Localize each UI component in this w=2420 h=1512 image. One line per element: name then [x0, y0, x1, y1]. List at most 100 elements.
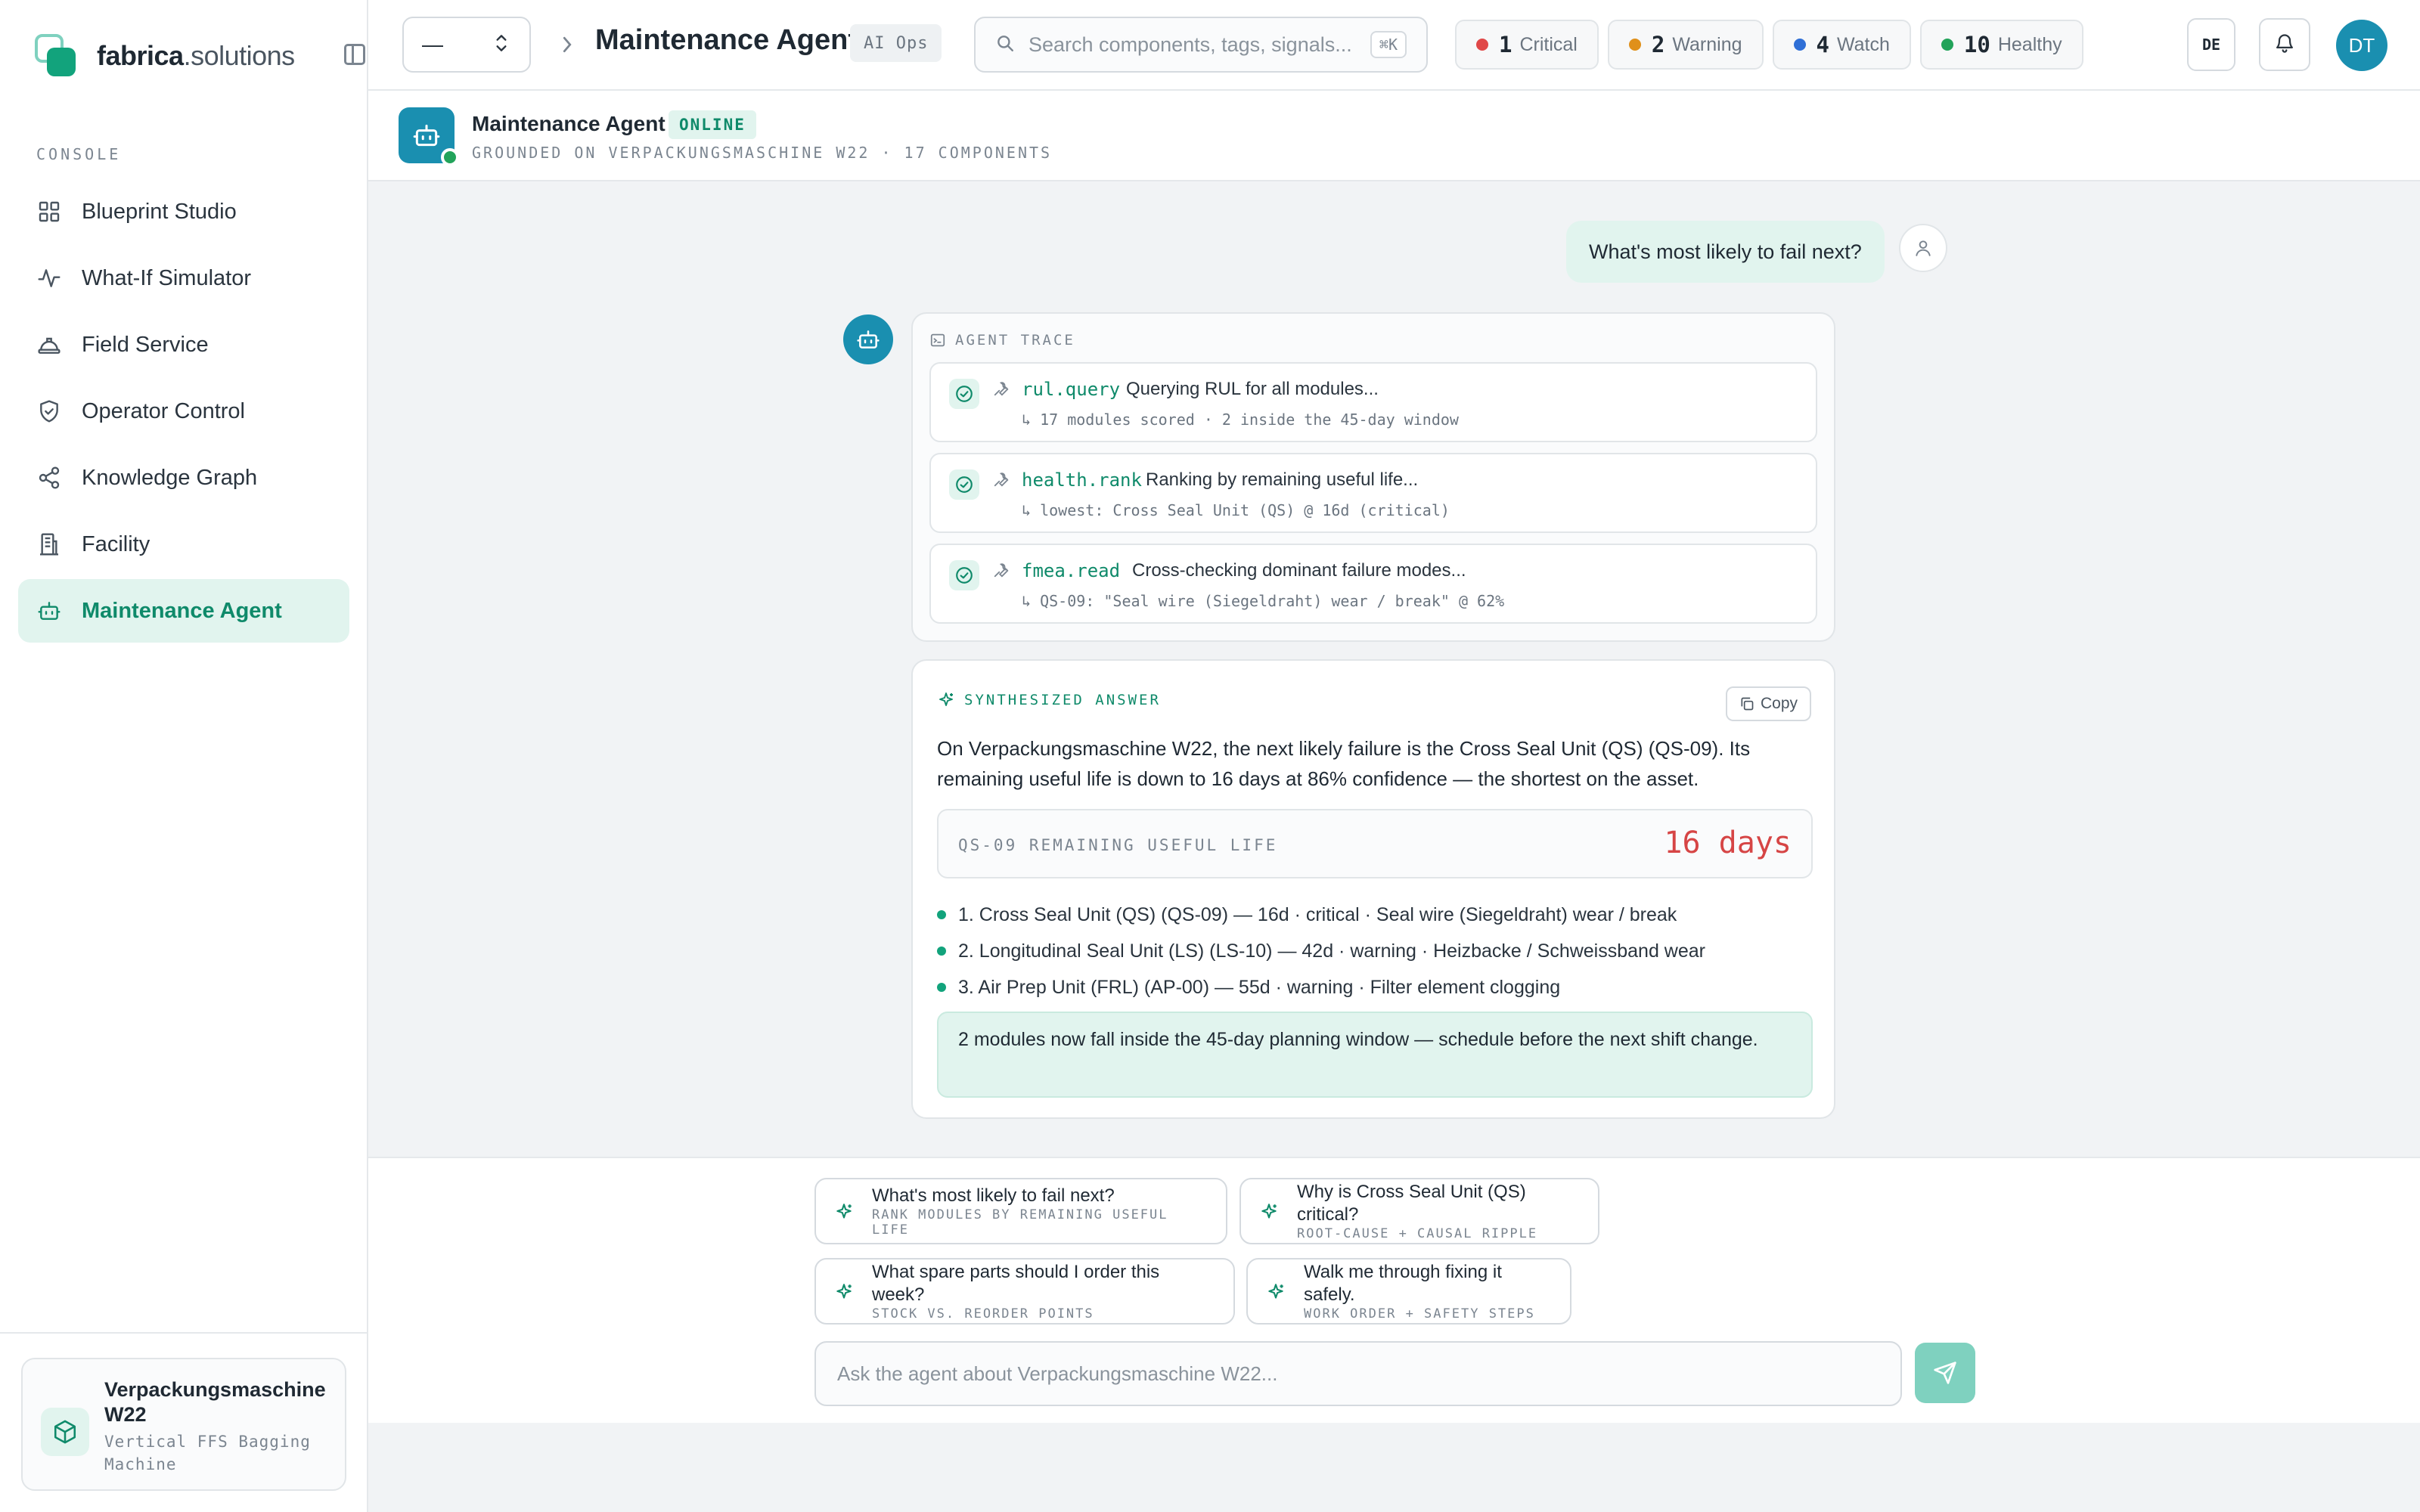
sidebar-item-operator-control[interactable]: Operator Control — [18, 380, 349, 443]
sidebar-item-field-service[interactable]: Field Service — [18, 313, 349, 376]
status-count: 1 — [1499, 32, 1512, 57]
trace-step-result: ↳ lowest: Cross Seal Unit (QS) @ 16d (cr… — [1022, 501, 1450, 519]
bot-robot-icon — [843, 314, 893, 364]
status-label: Watch — [1836, 33, 1890, 55]
sidebar-item-label: Operator Control — [82, 398, 245, 423]
suggestion-chip[interactable]: Walk me through fixing it safely. WORK O… — [1246, 1258, 1571, 1325]
search-shortcut: ⌘K — [1370, 31, 1407, 58]
status-pill-watch[interactable]: 4 Watch — [1772, 20, 1911, 70]
asset-card[interactable]: Verpackungsmaschine W22 Vertical FFS Bag… — [21, 1358, 346, 1491]
status-label: Critical — [1519, 33, 1578, 55]
trace-step[interactable]: rul.query Querying RUL for all modules..… — [929, 362, 1817, 442]
sidebar-item-knowledge-graph[interactable]: Knowledge Graph — [18, 446, 349, 510]
robot-icon — [36, 598, 62, 624]
suggestion-title: What spare parts should I order this wee… — [872, 1262, 1160, 1305]
brand-logo-icon — [35, 34, 76, 78]
trace-tool-name: fmea.read — [1022, 560, 1121, 581]
sparkle-icon — [1259, 1202, 1279, 1225]
list-item-text: 1. Cross Seal Unit (QS) (QS-09) — 16d · … — [958, 903, 1677, 925]
sidebar-item-maintenance-agent[interactable]: Maintenance Agent — [18, 579, 349, 643]
status-pills: 1 Critical 2 Warning 4 Watch 10 Healthy — [1455, 20, 2093, 70]
status-dot — [1476, 39, 1488, 51]
sidebar-item-blueprint-studio[interactable]: Blueprint Studio — [18, 180, 349, 243]
language-button[interactable]: DE — [2187, 18, 2235, 71]
list-item-text: 3. Air Prep Unit (FRL) (AP-00) — 55d · w… — [958, 976, 1561, 998]
agent-header: Maintenance Agent ONLINE GROUNDED ON VER… — [368, 91, 2420, 181]
list-item: 1. Cross Seal Unit (QS) (QS-09) — 16d · … — [937, 897, 1807, 933]
sidebar-item-label: What-If Simulator — [82, 265, 251, 290]
sidebar-item-facility[interactable]: Facility — [18, 513, 349, 576]
agent-name: Maintenance Agent — [472, 112, 666, 135]
status-label: Healthy — [1997, 33, 2062, 55]
status-pill-healthy[interactable]: 10 Healthy — [1919, 20, 2083, 70]
shield-icon — [36, 398, 62, 424]
search-bar[interactable]: ⌘K — [974, 17, 1428, 73]
user-message: What's most likely to fail next? — [1566, 221, 1885, 283]
list-item: 2. Longitudinal Seal Unit (LS) (LS-10) —… — [937, 933, 1807, 969]
context-selector[interactable]: — — [402, 17, 531, 73]
cube-icon — [41, 1408, 89, 1456]
chevron-updown-icon — [492, 32, 511, 58]
check-circle-icon — [949, 379, 979, 409]
chat-area: What's most likely to fail next? AGENT T… — [368, 181, 2420, 1157]
status-label: Warning — [1672, 33, 1742, 55]
planning-note: 2 modules now fall inside the 45-day pla… — [937, 1012, 1813, 1098]
asset-title: Verpackungsmaschine W22 — [104, 1378, 326, 1426]
bullet-dot — [937, 910, 946, 919]
suggestion-chip[interactable]: Why is Cross Seal Unit (QS) critical? RO… — [1239, 1178, 1599, 1244]
sidebar-item-what-if-simulator[interactable]: What-If Simulator — [18, 246, 349, 310]
wrench-icon — [993, 471, 1010, 491]
agent-trace-card: AGENT TRACE rul.query Querying RUL for a… — [911, 312, 1835, 642]
status-pill-critical[interactable]: 1 Critical — [1455, 20, 1599, 70]
agent-subtitle: GROUNDED ON VERPACKUNGSMASCHINE W22 · 17… — [472, 144, 1053, 162]
check-circle-icon — [949, 560, 979, 590]
suggestion-chip[interactable]: What spare parts should I order this wee… — [814, 1258, 1235, 1325]
page-tag: AI Ops — [850, 24, 942, 62]
sidebar-item-label: Field Service — [82, 332, 209, 357]
list-item-text: 2. Longitudinal Seal Unit (LS) (LS-10) —… — [958, 940, 1705, 962]
trace-step-description: Cross-checking dominant failure modes... — [1132, 560, 1466, 581]
brand[interactable]: fabrica.solutions — [35, 33, 295, 79]
status-count: 10 — [1963, 32, 1990, 57]
suggestion-chip[interactable]: What's most likely to fail next? RANK MO… — [814, 1178, 1227, 1244]
status-count: 2 — [1651, 32, 1665, 57]
agent-status-badge: ONLINE — [669, 110, 756, 139]
answer-label: SYNTHESIZED ANSWER — [937, 691, 1161, 709]
copy-icon — [1739, 696, 1754, 711]
bullet-dot — [937, 983, 946, 992]
suggestion-title: What's most likely to fail next? — [872, 1185, 1115, 1206]
suggestion-subtitle: STOCK VS. REORDER POINTS — [872, 1306, 1094, 1321]
topbar: — Maintenance Agent AI Ops ⌘K 1 Critical… — [368, 0, 2420, 91]
search-input[interactable] — [1028, 33, 1370, 57]
bottom-strip — [368, 1423, 2420, 1512]
copy-button[interactable]: Copy — [1725, 686, 1811, 721]
sidebar-item-label: Maintenance Agent — [82, 598, 282, 623]
status-dot — [1628, 39, 1641, 51]
answer-label-text: SYNTHESIZED ANSWER — [964, 692, 1161, 708]
trace-tool-name: rul.query — [1022, 379, 1121, 400]
chat-input[interactable] — [814, 1341, 1902, 1406]
trace-tool-name: health.rank — [1022, 469, 1142, 491]
search-icon — [995, 33, 1015, 57]
terminal-icon — [929, 332, 946, 349]
trace-step[interactable]: fmea.read Cross-checking dominant failur… — [929, 544, 1817, 624]
sidebar-nav: Blueprint Studio What-If Simulator Field… — [18, 180, 349, 646]
status-dot — [1793, 39, 1806, 51]
composer: What's most likely to fail next? RANK MO… — [368, 1157, 2420, 1423]
brand-name: fabrica.solutions — [97, 40, 295, 71]
rul-label: QS-09 REMAINING USEFUL LIFE — [958, 836, 1278, 854]
sidebar: fabrica.solutions CONSOLE Blueprint Stud… — [0, 0, 368, 1512]
check-circle-icon — [949, 469, 979, 500]
status-pill-warning[interactable]: 2 Warning — [1607, 20, 1764, 70]
send-button[interactable] — [1915, 1343, 1975, 1403]
context-selector-value: — — [422, 33, 443, 56]
trace-label-text: AGENT TRACE — [955, 332, 1075, 349]
trace-step[interactable]: health.rank Ranking by remaining useful … — [929, 453, 1817, 533]
sidebar-item-label: Knowledge Graph — [82, 465, 258, 490]
online-indicator — [441, 148, 459, 166]
sidebar-collapse-icon[interactable] — [344, 44, 365, 65]
status-dot — [1941, 39, 1953, 51]
user-avatar[interactable]: DT — [2336, 20, 2387, 71]
trace-step-result: ↳ QS-09: "Seal wire (Siegeldraht) wear /… — [1022, 592, 1505, 610]
notifications-button[interactable] — [2259, 18, 2310, 71]
